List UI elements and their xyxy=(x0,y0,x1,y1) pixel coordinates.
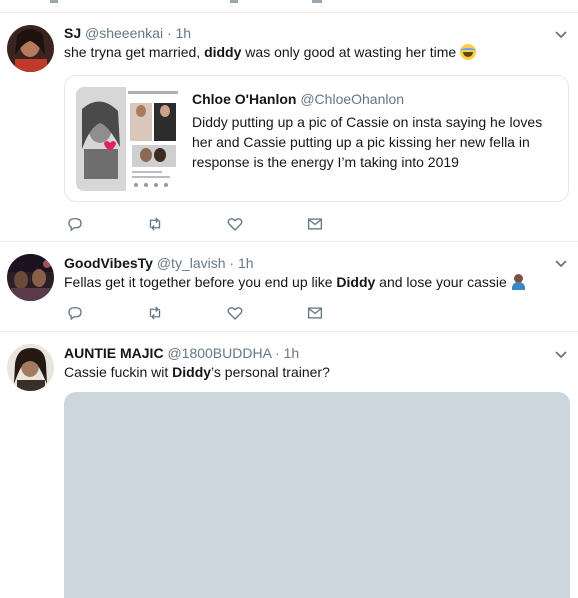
reply-icon[interactable] xyxy=(66,215,88,237)
display-name[interactable]: GoodVibesTy xyxy=(64,255,153,271)
envelope-icon-edge xyxy=(312,0,322,3)
text-segment: Fellas get it together before you end up… xyxy=(64,274,337,290)
separator: · xyxy=(275,345,280,361)
username[interactable]: @sheeenkai xyxy=(85,25,163,41)
chevron-down-icon[interactable] xyxy=(554,347,568,361)
timestamp[interactable]: 1h xyxy=(238,255,254,271)
envelope-icon[interactable] xyxy=(306,304,328,326)
quoted-tweet-header: Chloe O'Hanlon @ChloeOhanlon xyxy=(192,90,404,108)
separator: · xyxy=(166,25,172,41)
text-segment: ’s personal trainer? xyxy=(211,364,330,380)
reply-icon-edge xyxy=(50,0,58,3)
tweet-text: Cassie fuckin wit Diddy’s personal train… xyxy=(64,362,330,382)
quoted-tweet[interactable]: Chloe O'Hanlon @ChloeOhanlon Diddy putti… xyxy=(64,75,569,202)
like-icon-edge xyxy=(230,0,238,3)
display-name[interactable]: AUNTIE MAJIC xyxy=(64,345,164,361)
separator: · xyxy=(229,255,235,271)
highlighted-term: Diddy xyxy=(336,274,376,290)
text-segment: and lose your cassie xyxy=(375,274,507,290)
person-shrugging-icon xyxy=(511,274,525,290)
tweet-header: GoodVibesTy @ty_lavish · 1h xyxy=(64,254,254,272)
timestamp[interactable]: 1h xyxy=(176,25,192,41)
face-with-tears-of-joy-icon xyxy=(460,44,477,60)
text-segment: Cassie fuckin wit xyxy=(64,364,173,380)
avatar[interactable] xyxy=(7,344,54,391)
tweet[interactable]: AUNTIE MAJIC @1800BUDDHA · 1h Cassie fuc… xyxy=(0,332,578,598)
quoted-tweet-text: Diddy putting up a pic of Cassie on inst… xyxy=(192,114,543,170)
quoted-display-name[interactable]: Chloe O'Hanlon xyxy=(192,91,296,107)
chevron-down-icon[interactable] xyxy=(554,27,568,41)
avatar[interactable] xyxy=(7,254,54,301)
heart-icon[interactable] xyxy=(226,215,248,237)
tweet-header: AUNTIE MAJIC @1800BUDDHA · 1h xyxy=(64,344,299,362)
heart-icon[interactable] xyxy=(226,304,248,326)
display-name[interactable]: SJ xyxy=(64,25,81,41)
quoted-media[interactable] xyxy=(76,87,180,191)
tweet-actions xyxy=(64,215,364,237)
tweet-text: she tryna get married, diddy was only go… xyxy=(64,42,477,62)
retweet-icon[interactable] xyxy=(146,215,168,237)
envelope-icon[interactable] xyxy=(306,215,328,237)
avatar[interactable] xyxy=(7,25,54,72)
tweet[interactable]: GoodVibesTy @ty_lavish · 1h Fellas get i… xyxy=(0,242,578,332)
tweet-header: SJ @sheeenkai · 1h xyxy=(64,24,191,42)
tweet-text: Fellas get it together before you end up… xyxy=(64,272,525,292)
chevron-down-icon[interactable] xyxy=(554,256,568,270)
reply-icon[interactable] xyxy=(66,304,88,326)
quoted-username[interactable]: @ChloeOhanlon xyxy=(300,91,404,107)
text-segment: she tryna get married, xyxy=(64,44,205,60)
username[interactable]: @ty_lavish xyxy=(157,255,226,271)
highlighted-term: Diddy xyxy=(172,364,212,380)
username[interactable]: @1800BUDDHA xyxy=(167,345,271,361)
retweet-icon[interactable] xyxy=(146,304,168,326)
tweet[interactable]: SJ @sheeenkai · 1h she tryna get married… xyxy=(0,13,578,242)
media-image-placeholder[interactable] xyxy=(64,392,570,598)
tweet-actions xyxy=(64,304,364,326)
timestamp[interactable]: 1h xyxy=(284,345,300,361)
highlighted-term: diddy xyxy=(204,44,242,60)
text-segment: was only good at wasting her time xyxy=(241,44,457,60)
previous-tweet-edge xyxy=(0,0,578,13)
